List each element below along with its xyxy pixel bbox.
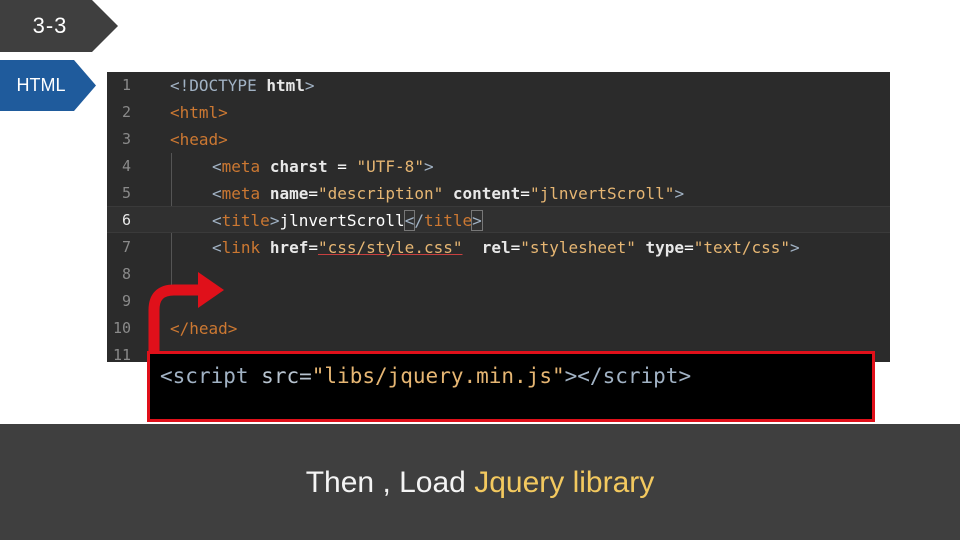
caption-bar: Then , Load Jquery library [0, 424, 960, 540]
caption-text: Then , Load Jquery library [0, 466, 960, 500]
line-number: 2 [121, 103, 131, 121]
code-text: <!DOCTYPE html> [170, 72, 315, 99]
equals-token: = [327, 157, 357, 176]
code-line-6-current[interactable]: 6 <title>jlnvertScroll</title> [107, 206, 890, 233]
caption-prefix: Then , Load [305, 466, 475, 499]
title-token: title [221, 211, 270, 230]
meta-token: meta [221, 157, 261, 176]
string-token: "libs/jquery.min.js" [311, 364, 565, 388]
meta-token: meta [221, 184, 261, 203]
code-line-7[interactable]: 7 <link href="css/style.css" rel="styles… [107, 234, 890, 261]
script-tag-code: <script src="libs/jquery.min.js"></scrip… [160, 364, 691, 388]
step-badge: 3-3 [0, 0, 118, 52]
line-number: 11 [112, 346, 131, 362]
code-line-1[interactable]: 1 <!DOCTYPE html> [107, 72, 890, 99]
equals-token: = [510, 238, 521, 257]
equals-token: = [299, 364, 312, 388]
attr-token: charst [269, 157, 328, 176]
slash-token: / [414, 211, 424, 230]
language-badge: HTML [0, 60, 96, 111]
bracket-token: < [212, 157, 222, 176]
bracket-token: < [160, 364, 173, 388]
matched-bracket-token: < [403, 210, 416, 231]
insert-arrow-icon [148, 272, 224, 352]
script-token: script [172, 364, 249, 388]
line-number: 8 [121, 265, 131, 283]
line-number: 1 [121, 76, 131, 94]
script-tag-callout: <script src="libs/jquery.min.js"></scrip… [147, 351, 875, 422]
line-number: 9 [121, 292, 131, 310]
bracket-token: < [212, 238, 222, 257]
code-text: <html> [170, 99, 228, 126]
bracket-token: > [790, 238, 800, 257]
equals-token: = [520, 184, 530, 203]
line-number: 5 [121, 184, 131, 202]
html-token: html [266, 76, 305, 95]
string-token: "UTF-8" [356, 157, 424, 176]
equals-token: = [308, 238, 318, 257]
line-number: 7 [121, 238, 131, 256]
string-token: "text/css" [693, 238, 791, 257]
attr-token: src [261, 364, 300, 388]
attr-token: href [269, 238, 309, 257]
matched-bracket-token: > [471, 210, 483, 231]
string-token: "jlnvertScroll" [529, 184, 675, 203]
string-token: "stylesheet" [520, 238, 636, 257]
attr-token: type [645, 238, 685, 257]
step-number: 3-3 [32, 13, 68, 38]
code-line-4[interactable]: 4 <meta charst = "UTF-8"> [107, 153, 890, 180]
line-number-active: 6 [121, 211, 131, 229]
title-text-token: jlnvertScroll [279, 211, 405, 230]
close-token: > [304, 76, 315, 95]
string-token-underlined: "css/style.css" [317, 238, 463, 257]
script-token: script [602, 364, 679, 388]
bracket-token: > [674, 184, 685, 203]
equals-token: = [308, 184, 318, 203]
code-text: <meta charst = "UTF-8"> [212, 153, 434, 180]
code-text: <meta name="description" content="jlnver… [212, 180, 684, 207]
doctype-token: <!DOCTYPE [170, 76, 257, 95]
line-number: 3 [121, 130, 131, 148]
line-number: 4 [121, 157, 131, 175]
code-text: <head> [170, 126, 228, 153]
bracket-token: < [212, 184, 222, 203]
equals-token: = [684, 238, 694, 257]
head-open-tag: <head> [170, 130, 228, 149]
code-line-5[interactable]: 5 <meta name="description" content="jlnv… [107, 180, 890, 207]
caption-highlight: Jquery library [474, 466, 655, 499]
bracket-token: > [423, 157, 434, 176]
line-number: 10 [112, 319, 131, 337]
attr-token: rel [481, 238, 511, 257]
code-line-2[interactable]: 2 <html> [107, 99, 890, 126]
attr-token: name [269, 184, 309, 203]
attr-token: content [452, 184, 521, 203]
code-text: <link href="css/style.css" rel="styleshe… [212, 234, 800, 261]
bracket-token: < [212, 211, 222, 230]
bracket-token: > [678, 364, 692, 388]
title-token: title [423, 211, 473, 230]
link-token: link [221, 238, 261, 257]
bracket-token: ></ [564, 364, 603, 388]
html-open-tag: <html> [170, 103, 228, 122]
code-line-3[interactable]: 3 <head> [107, 126, 890, 153]
language-label: HTML [16, 75, 66, 95]
string-token: "description" [317, 184, 444, 203]
code-text: <title>jlnvertScroll</title> [212, 207, 483, 234]
bracket-token: > [269, 211, 280, 230]
